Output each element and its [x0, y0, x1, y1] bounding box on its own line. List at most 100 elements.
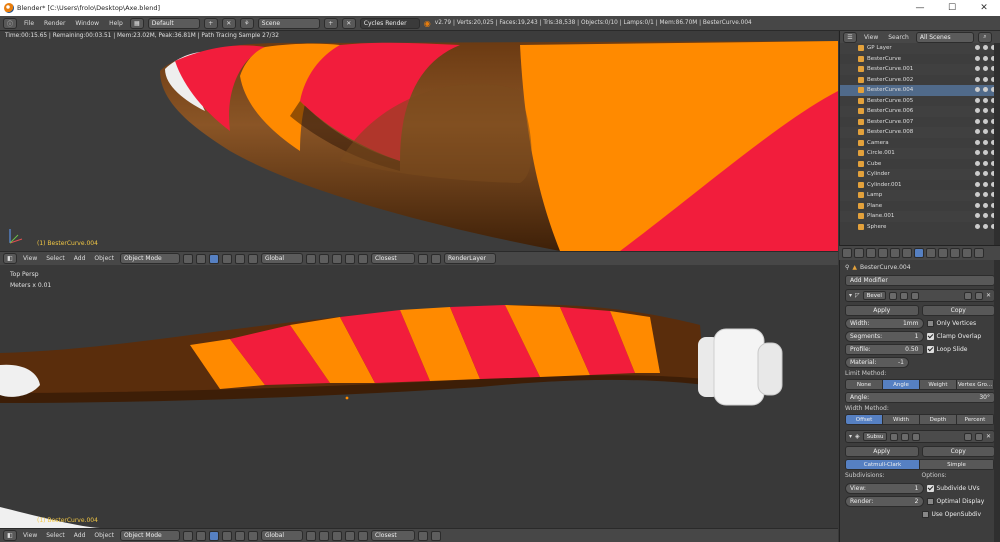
menu-window[interactable]: Window — [72, 20, 102, 27]
outliner-item[interactable]: BesterCurve.004 — [840, 85, 1000, 96]
cursor-icon[interactable] — [983, 202, 988, 208]
maximize-button[interactable]: ☐ — [936, 0, 968, 16]
snap-icon-2[interactable] — [357, 530, 368, 541]
cursor-icon[interactable] — [983, 150, 988, 155]
limit-angle-option[interactable]: Angle — [883, 380, 920, 389]
cursor-icon[interactable] — [983, 45, 988, 50]
cursor-icon[interactable] — [983, 55, 988, 61]
translate-icon[interactable] — [221, 253, 232, 264]
only-vertices-box[interactable] — [926, 320, 934, 327]
cursor-icon[interactable] — [983, 223, 988, 229]
visibility-toggles[interactable] — [975, 108, 996, 113]
outliner-filter-select[interactable]: All Scenes — [915, 31, 974, 43]
shading-icon-2[interactable] — [182, 530, 193, 541]
visibility-toggles[interactable] — [975, 213, 996, 218]
visibility-toggles[interactable] — [975, 55, 996, 61]
editor-type-icon[interactable]: ⓘ — [3, 17, 17, 29]
outliner-item[interactable]: Plane — [840, 201, 1000, 212]
orientation-select[interactable]: Global — [260, 253, 303, 264]
cursor-icon[interactable] — [983, 192, 988, 197]
use-opensubdiv-box[interactable] — [921, 511, 929, 518]
eye-icon[interactable] — [975, 223, 980, 229]
snap-target-select-2[interactable]: Closest — [370, 530, 415, 541]
layers-icon-3[interactable] — [331, 253, 342, 264]
subsurf-view-field[interactable]: View: 1 — [845, 483, 924, 494]
opengl-render-icon-2[interactable] — [417, 530, 428, 541]
bevel-segments-field[interactable]: Segments: 1 — [845, 331, 924, 342]
menu-help[interactable]: Help — [106, 20, 126, 27]
visibility-toggles[interactable] — [975, 160, 996, 166]
eye-icon[interactable] — [975, 213, 980, 218]
eye-icon[interactable] — [975, 97, 980, 103]
rotate-icon-2[interactable] — [234, 530, 245, 541]
modifiers-tab-icon[interactable] — [914, 248, 924, 258]
eye-icon[interactable] — [975, 118, 980, 124]
outliner-item[interactable]: Camera — [840, 138, 1000, 149]
visibility-toggles[interactable] — [975, 202, 996, 208]
outliner-item[interactable]: BesterCurve.001 — [840, 64, 1000, 75]
object-tab-icon[interactable] — [890, 248, 900, 258]
proportional-edit-icon-2[interactable] — [344, 530, 355, 541]
orientation-select-2[interactable]: Global — [260, 530, 303, 541]
layout-icon[interactable]: ▦ — [129, 17, 144, 29]
bevel-copy-button[interactable]: Copy — [921, 305, 995, 316]
visibility-toggles[interactable] — [975, 87, 996, 92]
scale-icon[interactable] — [247, 253, 258, 264]
move-up-button-2[interactable] — [963, 432, 972, 441]
eye-icon[interactable] — [975, 160, 980, 166]
layers-icon-2[interactable] — [318, 253, 329, 264]
cursor-icon[interactable] — [983, 129, 988, 134]
material-tab-icon[interactable] — [938, 248, 948, 258]
width-depth-option[interactable]: Depth — [920, 415, 957, 424]
eye-icon[interactable] — [975, 202, 980, 208]
eye-icon[interactable] — [975, 76, 980, 82]
cursor-icon[interactable] — [983, 160, 988, 166]
menu-object-2[interactable]: Object — [91, 532, 117, 539]
outliner-item[interactable]: Circle.001 — [840, 148, 1000, 159]
bevel-name-field[interactable]: Bevel — [862, 291, 886, 300]
outliner-item[interactable]: Cylinder.001 — [840, 180, 1000, 191]
rotate-icon[interactable] — [234, 253, 245, 264]
scene-tab-icon[interactable] — [866, 248, 876, 258]
eye-icon[interactable] — [975, 192, 980, 197]
visibility-toggles[interactable] — [975, 66, 996, 71]
outliner-item[interactable]: BesterCurve.002 — [840, 75, 1000, 86]
bevel-angle-field[interactable]: Angle: 30° — [845, 392, 995, 403]
menu-render[interactable]: Render — [41, 20, 68, 27]
outliner-item[interactable]: BesterCurve.008 — [840, 127, 1000, 138]
cursor-icon[interactable] — [983, 213, 988, 218]
visibility-toggles[interactable] — [975, 76, 996, 82]
outliner-item[interactable]: Sphere — [840, 222, 1000, 233]
layers-tab-icon[interactable] — [854, 248, 864, 258]
layout-field[interactable]: Default — [147, 17, 200, 29]
subsurf-copy-button[interactable]: Copy — [921, 446, 995, 457]
render-toggle[interactable] — [910, 291, 919, 300]
outliner-item[interactable]: BesterCurve.006 — [840, 106, 1000, 117]
loop-slide-box[interactable] — [926, 346, 934, 353]
outliner-editor-icon[interactable]: ☰ — [843, 31, 857, 43]
eye-icon[interactable] — [975, 66, 980, 71]
outliner-item[interactable]: BesterCurve.005 — [840, 96, 1000, 107]
visibility-toggles[interactable] — [975, 139, 996, 145]
outliner-menu-search[interactable]: Search — [885, 34, 912, 41]
simple-option[interactable]: Simple — [920, 460, 994, 469]
bevel-material-field[interactable]: Material: -1 — [845, 357, 909, 368]
cursor-icon[interactable] — [983, 97, 988, 103]
physics-tab-icon[interactable] — [974, 248, 984, 258]
optimal-display-checkbox[interactable]: Optimal Display — [926, 498, 996, 505]
render-engine-select[interactable]: Cycles Render — [359, 17, 420, 29]
visibility-toggles[interactable] — [975, 45, 996, 50]
object-mode-select[interactable]: Object Mode — [119, 253, 180, 264]
snap-icon[interactable] — [357, 253, 368, 264]
move-down-button-2[interactable] — [974, 432, 983, 441]
particles-tab-icon[interactable] — [962, 248, 972, 258]
eye-icon[interactable] — [975, 139, 980, 145]
eye-icon[interactable] — [975, 150, 980, 155]
menu-select-2[interactable]: Select — [43, 532, 68, 539]
visibility-toggles[interactable] — [975, 118, 996, 124]
eye-icon[interactable] — [975, 45, 980, 50]
outliner-search-icon[interactable]: ⌕ — [977, 31, 992, 43]
visibility-toggles[interactable] — [975, 129, 996, 134]
visibility-toggles[interactable] — [975, 97, 996, 103]
eye-icon[interactable] — [975, 181, 980, 187]
